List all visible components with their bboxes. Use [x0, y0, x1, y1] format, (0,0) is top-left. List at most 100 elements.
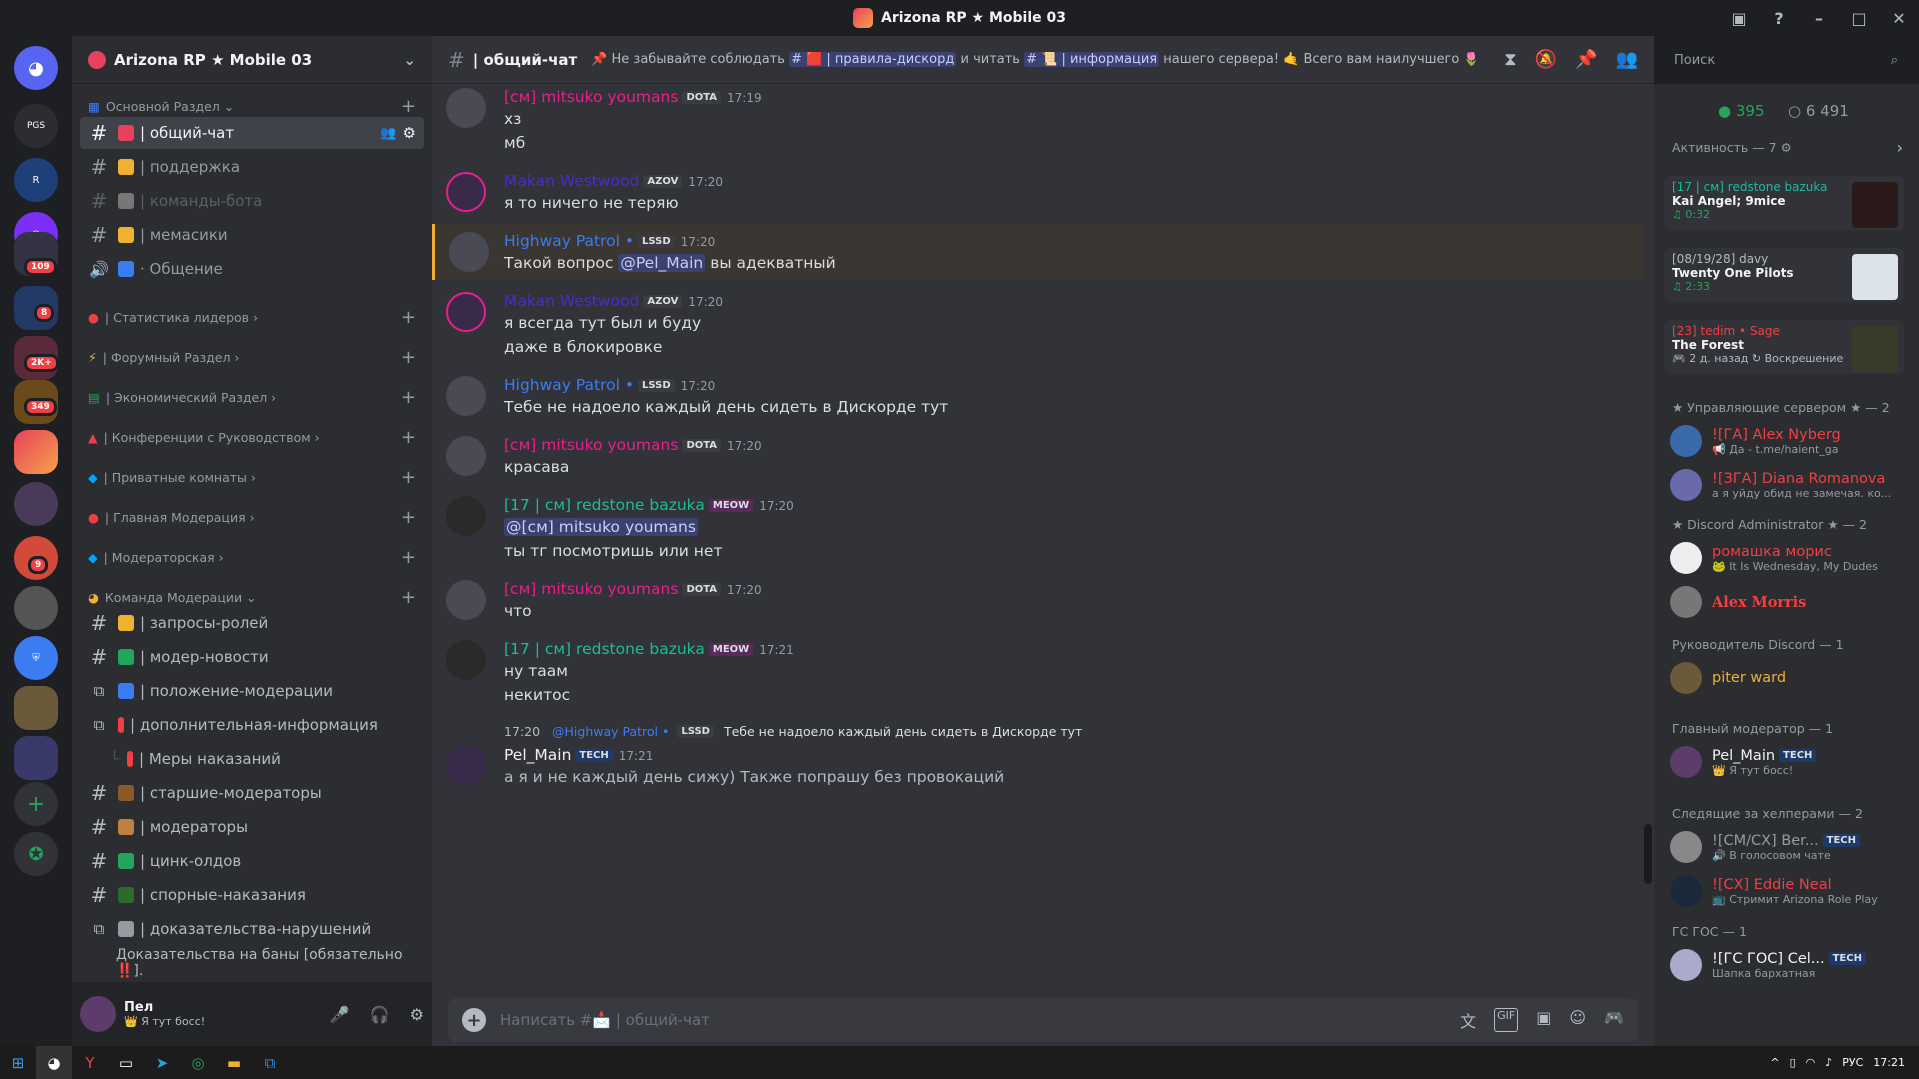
language-indicator[interactable]: РУС	[1842, 1056, 1863, 1069]
battery-icon[interactable]: ▯	[1790, 1056, 1796, 1069]
channel-disputed-punishments[interactable]: # | спорные-наказания	[80, 879, 424, 911]
channel-memes[interactable]: # | мемасики	[80, 219, 424, 251]
explore-icon[interactable]: ✪	[14, 832, 58, 876]
category-main-moderation[interactable]: ● | Главная Модерация › +	[88, 507, 416, 528]
activity-card[interactable]: [23] tedim • Sage The Forest 🎮 2 д. наза…	[1664, 320, 1904, 374]
folder-icon[interactable]: ▬	[216, 1046, 252, 1079]
channel-senior-moderators[interactable]: # | старшие-модераторы	[80, 777, 424, 809]
gear-icon[interactable]: ⚙	[410, 1005, 424, 1024]
browser-icon[interactable]: Y	[72, 1046, 108, 1079]
server-header[interactable]: Arizona RP ★ Mobile 03 ⌄	[72, 36, 432, 84]
category-economy[interactable]: ▤ | Экономический Раздел › +	[88, 387, 416, 408]
add-channel-icon[interactable]: +	[401, 467, 416, 488]
message-author[interactable]: [см] mitsuko youmans DOTA 17:19	[504, 88, 762, 106]
category-conferences[interactable]: ▲ | Конференции с Руководством › +	[88, 427, 416, 448]
thread-punishments[interactable]: └ | Меры наказаний	[102, 743, 424, 775]
message-author[interactable]: Highway Patrol • LSSD 17:20	[504, 232, 715, 250]
translate-icon[interactable]: 文	[1460, 1008, 1476, 1032]
activity-card[interactable]: [17 | см] redstone bazuka Kai Angel; 9mi…	[1664, 176, 1904, 230]
avatar[interactable]	[446, 292, 486, 332]
channel-moder-news[interactable]: # | модер-новости	[80, 641, 424, 673]
category-private-rooms[interactable]: ◆ | Приватные комнаты › +	[88, 467, 416, 488]
members-icon[interactable]: 👥	[1616, 49, 1638, 70]
invite-icon[interactable]: 👥	[380, 126, 396, 141]
microphone-icon[interactable]: 🎤	[330, 1005, 350, 1024]
add-attachment-icon[interactable]: +	[462, 1008, 486, 1032]
add-channel-icon[interactable]: +	[401, 427, 416, 448]
message-author[interactable]: [см] mitsuko youmans DOTA 17:20	[504, 436, 762, 454]
channel-moderation-rules[interactable]: ⧉ | положение-модерации	[80, 675, 424, 707]
pin-icon[interactable]: 📌	[1575, 49, 1597, 70]
guild-folder-6[interactable]	[14, 586, 58, 630]
user-mention[interactable]: @Pel_Main	[618, 254, 706, 272]
close-button[interactable]: ✕	[1879, 9, 1919, 28]
channel-topic[interactable]: 📌 Не забывайте соблюдать # 🟥 | правила-д…	[591, 52, 1490, 67]
avatar[interactable]	[446, 746, 486, 786]
chevron-up-icon[interactable]: ^	[1770, 1056, 1779, 1069]
channel-link-rules[interactable]: # 🟥 | правила-дискорд	[789, 52, 957, 67]
channel-link-info[interactable]: # 📜 | информация	[1024, 52, 1160, 67]
channel-general-chat[interactable]: # | общий-чат 👥 ⚙	[80, 117, 424, 149]
channel-violation-evidence[interactable]: ⧉ | доказательства-нарушений	[80, 913, 424, 945]
sticker-icon[interactable]: ▣	[1536, 1008, 1551, 1032]
message-author[interactable]: [17 | см] redstone bazuka MEOW 17:21	[504, 640, 794, 658]
threads-icon[interactable]: ⧗	[1504, 49, 1517, 70]
volume-icon[interactable]: ♪	[1825, 1056, 1832, 1069]
category-moderation-team[interactable]: ◕ Команда Модерации ⌄ +	[88, 587, 416, 608]
member-item[interactable]: ![ГС ГОС] Cel... TECH Шапка бархатная	[1670, 944, 1909, 986]
channel-old-timers[interactable]: # | цинк-олдов	[80, 845, 424, 877]
channel-support[interactable]: # | поддержка	[80, 151, 424, 183]
avatar[interactable]	[446, 172, 486, 212]
gear-icon[interactable]: ⚙	[403, 124, 416, 142]
clock[interactable]: 17:21	[1873, 1056, 1905, 1069]
avatar[interactable]	[449, 232, 489, 272]
discord-taskbar-icon[interactable]: ◕	[36, 1046, 72, 1079]
headphones-icon[interactable]: 🎧	[370, 1005, 390, 1024]
discord-home-icon[interactable]: ◕	[14, 46, 58, 90]
add-server-icon[interactable]: +	[14, 782, 58, 826]
chevron-down-icon[interactable]: ⌄	[403, 51, 416, 69]
member-item[interactable]: Alex Morris	[1670, 581, 1909, 623]
channel-bot-commands[interactable]: # | команды-бота	[80, 185, 424, 217]
message-author[interactable]: [17 | см] redstone bazuka MEOW 17:20	[504, 496, 794, 514]
channel-moderators[interactable]: # | модераторы	[80, 811, 424, 843]
member-item[interactable]: ![ГА] Alex Nyberg 📢 Да - t.me/haient_ga	[1670, 420, 1909, 462]
message-author[interactable]: Makan Westwood AZOV 17:20	[504, 292, 723, 310]
add-channel-icon[interactable]: +	[401, 587, 416, 608]
inbox-icon[interactable]: ▣	[1719, 9, 1759, 28]
member-item[interactable]: piter ward	[1670, 657, 1909, 699]
bell-muted-icon[interactable]: 🔕	[1535, 49, 1557, 70]
member-item[interactable]: ромашка морис 🐸 It Is Wednesday, My Dudes	[1670, 537, 1909, 579]
minimize-button[interactable]: –	[1799, 9, 1839, 28]
guild-shield[interactable]: ⛨	[14, 636, 58, 680]
avatar[interactable]	[446, 376, 486, 416]
maximize-button[interactable]: □	[1839, 9, 1879, 28]
message-author[interactable]: Makan Westwood AZOV 17:20	[504, 172, 723, 190]
avatar[interactable]	[446, 580, 486, 620]
scrollbar[interactable]	[1644, 824, 1652, 884]
user-mention[interactable]: @[см] mitsuko youmans	[504, 518, 698, 536]
member-item[interactable]: ![СМ/СХ] Ber... TECH 🔊 В голосовом чате	[1670, 826, 1909, 868]
member-item[interactable]: Pel_Main TECH 👑 Я тут босс!	[1670, 741, 1909, 783]
add-channel-icon[interactable]: +	[401, 96, 416, 117]
search-input[interactable]: Поиск ⌕	[1666, 44, 1906, 76]
add-channel-icon[interactable]: +	[401, 507, 416, 528]
wifi-icon[interactable]: ◠	[1806, 1056, 1816, 1069]
avatar[interactable]	[446, 640, 486, 680]
channel-role-requests[interactable]: # | запросы-ролей	[80, 607, 424, 639]
activity-header[interactable]: Активность — 7 ⚙	[1672, 140, 1792, 155]
guild-renger[interactable]: R	[14, 158, 58, 202]
voice-channel-general[interactable]: 🔊 · Общение	[80, 253, 424, 285]
avatar[interactable]	[446, 88, 486, 128]
thread-ban-evidence[interactable]: Доказательства на баны [обязательно ‼️].	[108, 947, 424, 979]
windows-start-icon[interactable]: ⊞	[0, 1046, 36, 1079]
category-forum[interactable]: ⚡ | Форумный Раздел › +	[88, 347, 416, 368]
add-channel-icon[interactable]: +	[401, 387, 416, 408]
reply-preview[interactable]: 17:20 @Highway Patrol • LSSD Тебе не над…	[504, 724, 1082, 739]
guild-folder-7[interactable]	[14, 686, 58, 730]
gif-icon[interactable]: GIF	[1494, 1008, 1519, 1032]
gamepad-icon[interactable]: 🎮	[1604, 1008, 1624, 1032]
message-author[interactable]: Pel_Main TECH 17:21	[504, 746, 653, 764]
message-input[interactable]: Написать #📩 | общий-чат	[500, 1011, 710, 1029]
channel-additional-info[interactable]: ⧉ | дополнительная-информация	[80, 709, 424, 741]
